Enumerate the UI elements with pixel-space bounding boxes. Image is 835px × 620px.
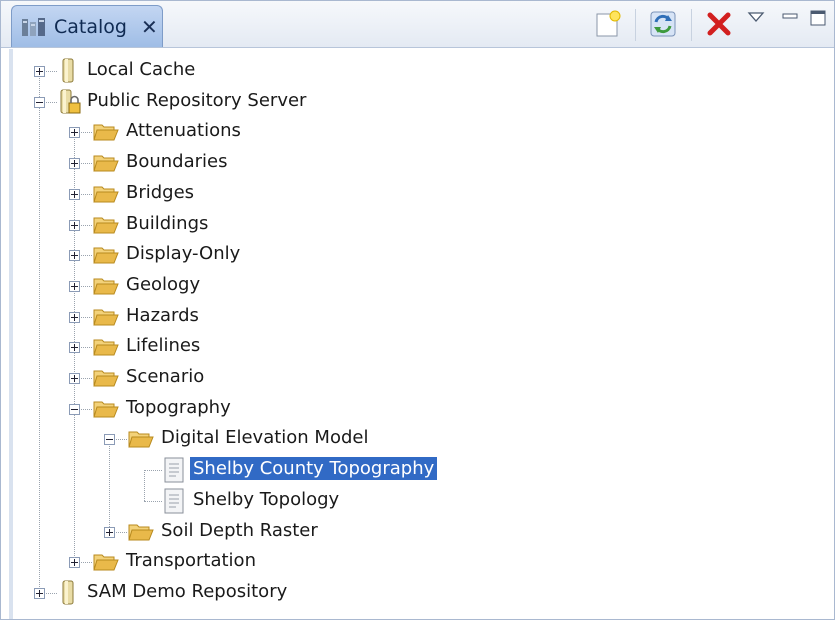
refresh-icon	[650, 11, 676, 37]
repository-cylinder-icon	[62, 580, 74, 605]
red-x-icon	[707, 12, 731, 36]
tree-guide-vertical	[109, 439, 110, 532]
tree-item-label[interactable]: Scenario	[123, 365, 207, 388]
expand-icon[interactable]	[34, 587, 45, 599]
catalog-tree: Local Cache Public Repository Server Atten…	[1, 49, 834, 619]
catalog-view: Catalog ✕ Local Cache Public Repository …	[0, 0, 835, 620]
expand-icon[interactable]	[69, 311, 80, 323]
tree-item-label[interactable]: Geology	[123, 273, 203, 296]
folder-open-icon	[128, 524, 154, 540]
tree-item-label[interactable]: Shelby Topology	[190, 488, 342, 511]
folder-open-icon	[93, 278, 119, 295]
folder-open-icon	[93, 124, 119, 141]
expand-icon[interactable]	[69, 219, 80, 231]
tree-item-label[interactable]: Bridges	[123, 181, 197, 204]
new-document-icon	[596, 10, 621, 37]
minimize-icon	[782, 13, 798, 19]
tab-catalog[interactable]: Catalog ✕	[11, 5, 163, 47]
folder-open-icon	[93, 401, 119, 418]
expand-icon[interactable]	[34, 66, 45, 77]
expand-icon[interactable]	[69, 280, 80, 292]
tree-item-label-selected[interactable]: Shelby County Topography	[190, 457, 438, 481]
collapse-icon[interactable]	[69, 403, 80, 415]
view-menu-button[interactable]	[745, 7, 767, 27]
tree-item-label[interactable]: Buildings	[123, 212, 211, 235]
tree-item-label[interactable]: Attenuations	[123, 119, 244, 142]
folder-open-icon	[93, 155, 119, 172]
minimize-button[interactable]	[779, 7, 801, 27]
tree-item-label[interactable]: Digital Elevation Model	[158, 426, 371, 449]
triangle-down-icon	[747, 12, 765, 22]
new-item-button[interactable]	[591, 9, 625, 39]
folder-open-icon	[93, 247, 119, 264]
catalog-icon	[22, 17, 45, 36]
tree-item-label[interactable]: Transportation	[123, 549, 259, 572]
tab-title: Catalog	[54, 15, 127, 38]
document-icon	[164, 457, 184, 483]
tree-item-label[interactable]: SAM Demo Repository	[84, 580, 290, 603]
expand-icon[interactable]	[69, 250, 80, 262]
tree-item-label[interactable]: Local Cache	[84, 58, 198, 81]
maximize-button[interactable]	[807, 7, 829, 29]
folder-open-icon	[93, 554, 119, 571]
close-icon[interactable]: ✕	[141, 15, 158, 39]
tree-guide-horizontal	[144, 500, 162, 502]
tree-item-label[interactable]: Soil Depth Raster	[158, 519, 321, 542]
tree-guide-horizontal	[144, 470, 162, 472]
repository-cylinder-icon	[62, 58, 74, 83]
folder-open-icon	[93, 370, 119, 387]
toolbar-separator	[691, 9, 692, 41]
view-header: Catalog ✕	[1, 1, 834, 48]
tree-guide-vertical	[144, 470, 145, 501]
expand-icon[interactable]	[69, 158, 80, 170]
folder-open-icon	[93, 309, 119, 326]
maximize-icon	[810, 10, 826, 26]
repository-locked-icon	[60, 89, 81, 114]
remove-button[interactable]	[703, 9, 735, 39]
tree-item-label[interactable]: Hazards	[123, 304, 202, 327]
collapse-icon[interactable]	[34, 96, 45, 108]
folder-open-icon	[93, 217, 119, 233]
refresh-button[interactable]	[645, 9, 681, 39]
tree-guide-vertical	[74, 408, 75, 563]
document-icon	[164, 488, 184, 514]
expand-icon[interactable]	[104, 526, 115, 538]
toolbar-separator	[635, 9, 636, 41]
tree-item-label[interactable]: Lifelines	[123, 334, 203, 357]
tree-item-label[interactable]: Public Repository Server	[84, 89, 309, 112]
folder-open-icon	[93, 339, 119, 356]
expand-icon[interactable]	[69, 557, 80, 569]
expand-icon[interactable]	[69, 342, 80, 354]
tree-guide-vertical	[39, 101, 40, 593]
folder-open-icon	[128, 431, 154, 448]
folder-open-icon	[93, 186, 119, 203]
expand-icon[interactable]	[69, 127, 80, 139]
expand-icon[interactable]	[69, 373, 80, 384]
tree-item-label[interactable]: Display-Only	[123, 242, 243, 265]
expand-icon[interactable]	[69, 188, 80, 200]
tree-item-label[interactable]: Boundaries	[123, 150, 231, 173]
collapse-icon[interactable]	[104, 434, 115, 446]
tree-item-label[interactable]: Topography	[123, 396, 234, 419]
